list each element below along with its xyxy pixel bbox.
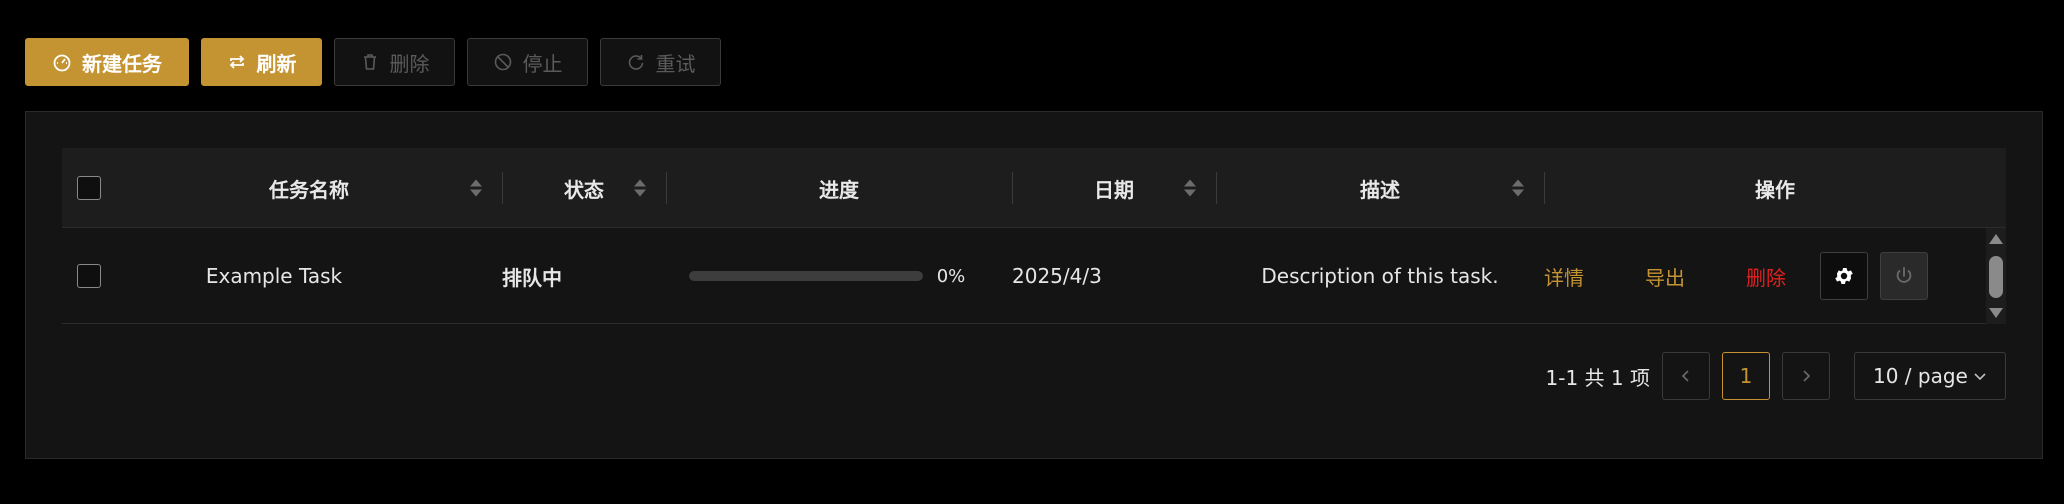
next-page-button[interactable] [1782,352,1830,400]
delete-label: 删除 [389,51,430,76]
refresh-icon [229,55,244,69]
row-checkbox[interactable] [77,264,101,288]
header-select-all [62,148,116,228]
chevron-right-icon [1803,370,1811,382]
sort-asc-icon [1512,179,1524,187]
table-header: 任务名称 状态 进度 日期 描述 操作 [62,148,2006,228]
progress-bar: 0% [688,265,966,287]
dashboard-icon [53,54,71,72]
delete-link[interactable]: 删除 [1746,262,1786,291]
export-link[interactable]: 导出 [1645,262,1685,291]
task-manager-page: 新建任务 刷新 删除 停止 重试 任务名称 状态 进度 日期 描述 操作 Exa… [0,0,2064,504]
date-cell: 2025/4/3 [1012,228,1216,324]
chevron-left-icon [1681,370,1689,382]
pagination-total: 1-1 共 1 项 [1545,365,1650,390]
scroll-up-icon[interactable] [1989,234,2003,244]
power-icon [1896,266,1912,283]
header-progress-label: 进度 [819,177,859,202]
new-task-label: 新建任务 [82,51,162,76]
select-all-checkbox[interactable] [77,176,101,200]
table-scrollbar[interactable] [1986,228,2006,324]
header-description-label: 描述 [1360,177,1400,202]
page-size-select[interactable]: 10 / page [1854,352,2006,400]
description-cell: Description of this task. [1261,264,1499,288]
scroll-thumb[interactable] [1989,256,2003,298]
row-actions: 详情 导出 删除 [1544,252,1928,300]
task-name-sorter[interactable] [470,179,482,197]
header-status-label: 状态 [564,177,604,202]
sort-asc-icon [470,179,482,187]
sort-desc-icon [1184,189,1196,197]
refresh-label: 刷新 [256,51,297,76]
header-task-name[interactable]: 任务名称 [116,148,502,228]
stop-icon [494,53,511,71]
progress-cell: 0% [642,228,1012,324]
date-sorter[interactable] [1184,179,1196,197]
progress-text: 0% [936,265,966,287]
description-sorter[interactable] [1512,179,1524,197]
task-table: 任务名称 状态 进度 日期 描述 操作 Example Task 排队中 0% … [62,148,2006,324]
sort-asc-icon [1184,179,1196,187]
sort-asc-icon [634,179,646,187]
new-task-button[interactable]: 新建任务 [25,38,189,86]
row-select-cell [62,228,116,324]
progress-track [688,271,923,281]
gear-icon [1835,268,1853,284]
header-date[interactable]: 日期 [1012,148,1216,228]
trash-icon [363,54,376,70]
scroll-down-icon[interactable] [1989,308,2003,318]
power-button[interactable] [1880,252,1928,300]
header-date-label: 日期 [1094,177,1134,202]
retry-label: 重试 [655,51,696,76]
retry-icon [628,55,643,70]
actions-cell: 详情 导出 删除 [1544,228,1982,324]
header-actions-label: 操作 [1755,177,1795,202]
status-text: 排队中 [502,265,562,290]
retry-button[interactable]: 重试 [600,38,721,86]
date-text: 2025/4/3 [1012,264,1102,288]
delete-button[interactable]: 删除 [334,38,455,86]
sort-desc-icon [1512,189,1524,197]
chevron-down-icon [1974,373,1986,381]
task-panel: 任务名称 状态 进度 日期 描述 操作 Example Task 排队中 0% … [25,111,2043,459]
details-link[interactable]: 详情 [1544,262,1584,291]
header-progress: 进度 [666,148,1012,228]
task-name-cell: Example Task [205,264,343,288]
sort-desc-icon [470,189,482,197]
prev-page-button[interactable] [1662,352,1710,400]
stop-label: 停止 [522,51,563,76]
settings-button[interactable] [1820,252,1868,300]
refresh-button[interactable]: 刷新 [201,38,322,86]
sort-desc-icon [634,189,646,197]
toolbar: 新建任务 刷新 删除 停止 重试 [25,38,721,86]
pagination: 1-1 共 1 项 1 10 / page [1546,352,2006,400]
header-actions: 操作 [1544,148,2006,228]
header-status[interactable]: 状态 [502,148,666,228]
header-task-name-label: 任务名称 [269,177,349,202]
stop-button[interactable]: 停止 [467,38,588,86]
status-sorter[interactable] [634,179,646,197]
header-description[interactable]: 描述 [1216,148,1544,228]
page-1-button[interactable]: 1 [1722,352,1770,400]
page-size-value: 10 / page [1873,364,1968,388]
table-row: Example Task 排队中 0% 2025/4/3 Description… [62,228,2006,324]
